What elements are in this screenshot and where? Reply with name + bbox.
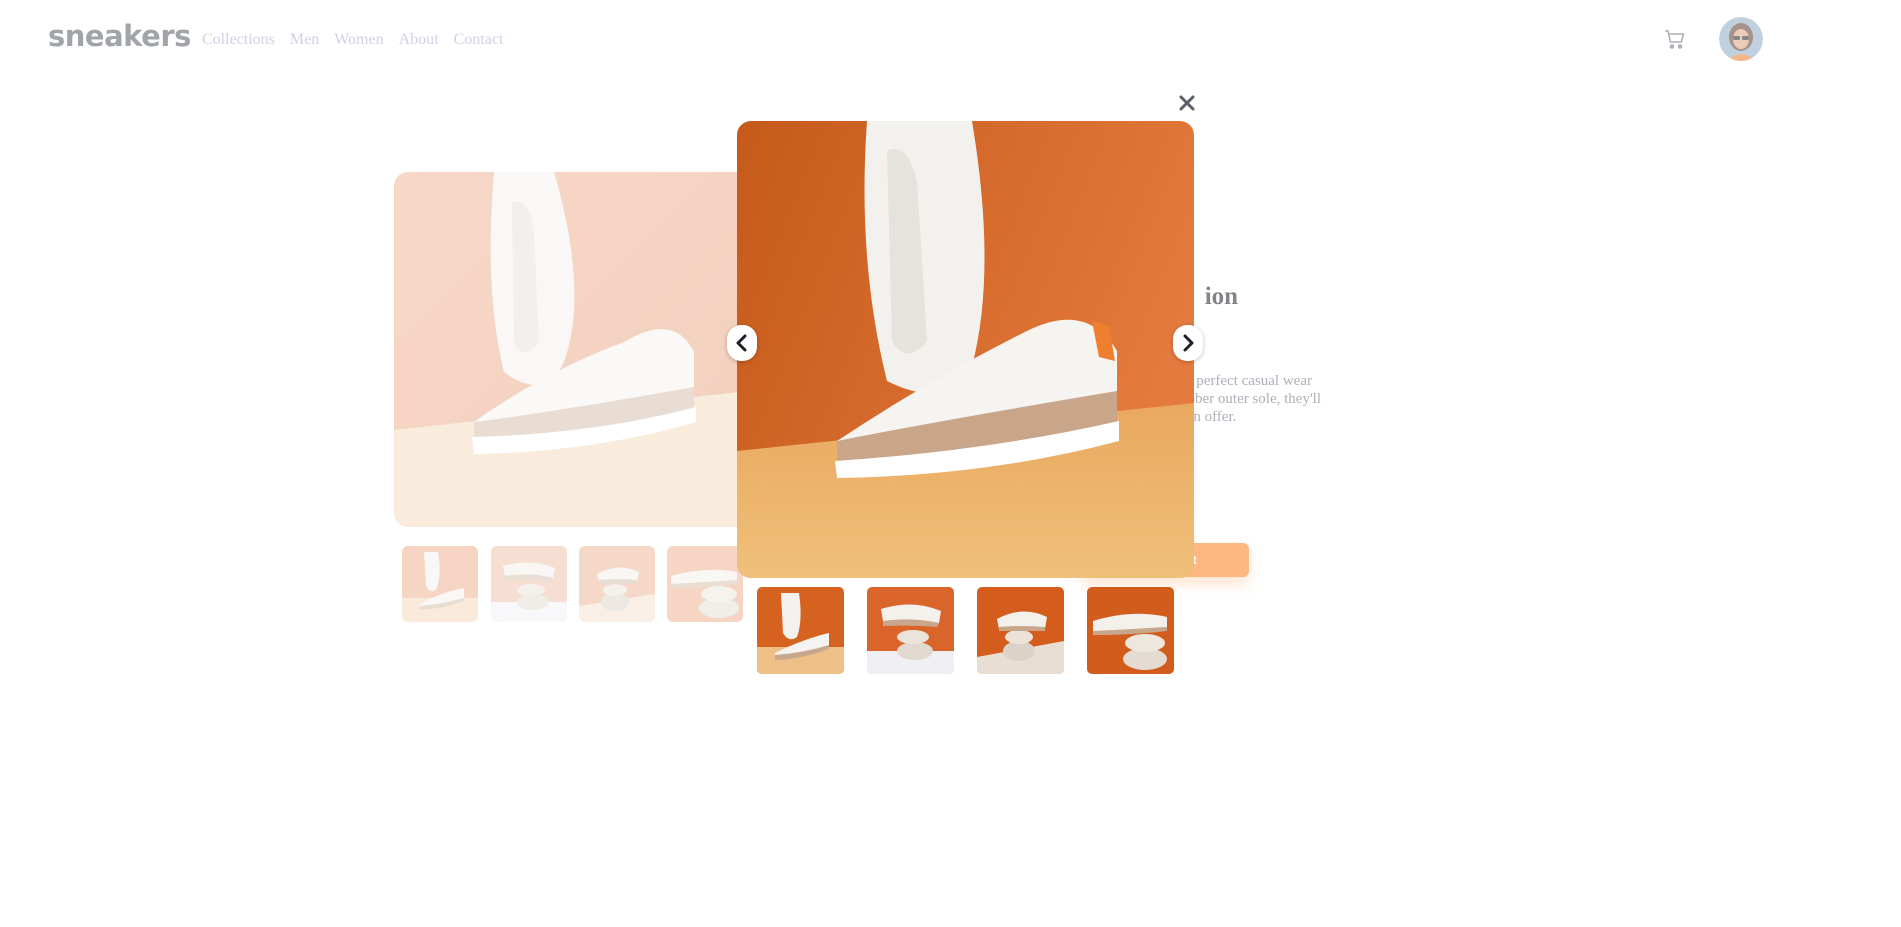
next-image-button[interactable]	[1173, 325, 1203, 361]
previous-image-button[interactable]	[727, 325, 757, 361]
close-icon[interactable]	[1176, 92, 1198, 114]
lightbox-thumbnail-2[interactable]	[867, 587, 954, 674]
lightbox-thumbnail-1[interactable]	[757, 587, 844, 674]
lightbox-thumbnail-4[interactable]	[1087, 587, 1174, 674]
lightbox-main-image	[737, 121, 1194, 578]
lightbox-thumbnail-3[interactable]	[977, 587, 1064, 674]
chevron-right-icon	[1183, 334, 1194, 352]
chevron-left-icon	[736, 334, 747, 352]
